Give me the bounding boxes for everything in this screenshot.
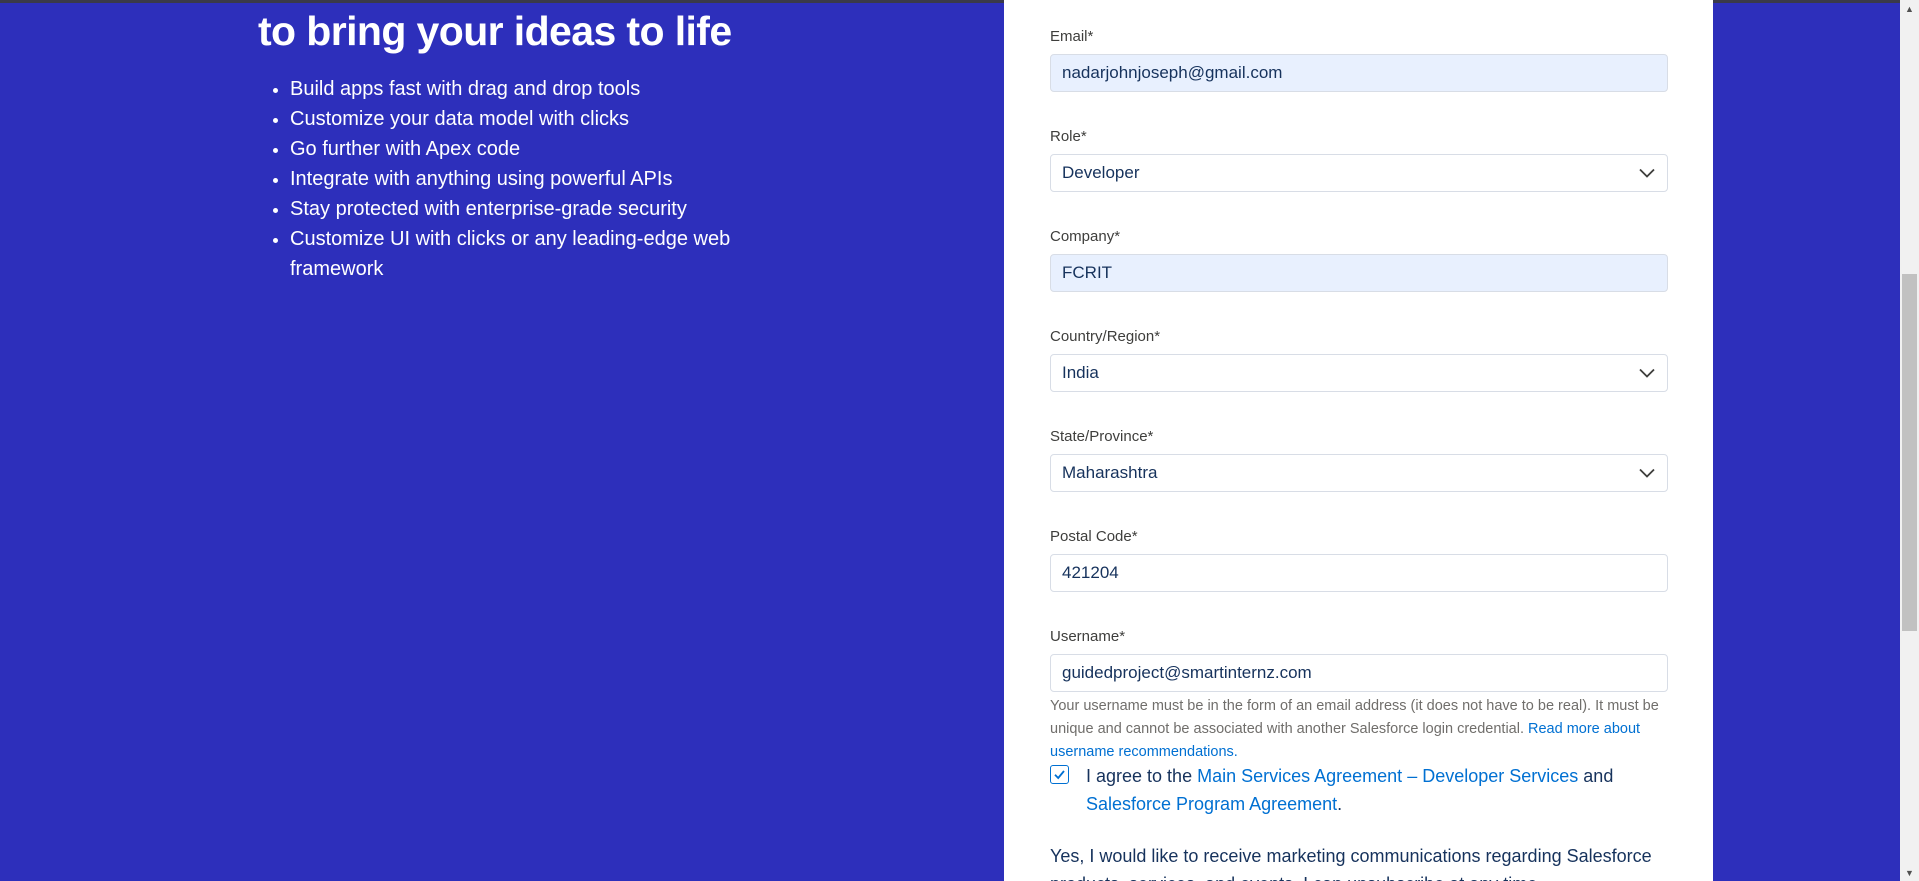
check-icon <box>1054 770 1065 780</box>
chevron-down-icon <box>1639 468 1655 478</box>
chevron-down-icon <box>1639 168 1655 178</box>
agreement-prefix: I agree to the <box>1086 766 1193 786</box>
postal-code-field[interactable]: 421204 <box>1050 554 1668 592</box>
role-select[interactable]: Developer <box>1050 154 1668 192</box>
company-field[interactable]: FCRIT <box>1050 254 1668 292</box>
country-field-group: Country/Region* India <box>1050 326 1668 392</box>
scroll-up-arrow-icon[interactable]: ▲ <box>1900 0 1919 17</box>
scroll-down-arrow-icon[interactable]: ▼ <box>1900 864 1919 881</box>
feature-item: Build apps fast with drag and drop tools <box>290 74 820 104</box>
feature-item: Customize UI with clicks or any leading-… <box>290 224 820 284</box>
state-field-group: State/Province* Maharashtra <box>1050 426 1668 492</box>
state-value: Maharashtra <box>1062 463 1158 482</box>
username-value: guidedproject@smartinternz.com <box>1062 663 1312 682</box>
chevron-down-icon <box>1639 368 1655 378</box>
username-field[interactable]: guidedproject@smartinternz.com <box>1050 654 1668 692</box>
agreement-row: I agree to the Main Services Agreement –… <box>1050 762 1668 818</box>
feature-item: Customize your data model with clicks <box>290 104 820 134</box>
scroll-thumb[interactable] <box>1902 274 1917 631</box>
hero-panel: to bring your ideas to life Build apps f… <box>0 0 1004 881</box>
agreement-suffix: . <box>1337 794 1343 814</box>
hero-title: to bring your ideas to life <box>258 8 732 54</box>
company-label: Company* <box>1050 228 1121 245</box>
state-label: State/Province* <box>1050 428 1154 445</box>
username-label: Username* <box>1050 628 1126 645</box>
username-help-text: Your username must be in the form of an … <box>1050 695 1668 764</box>
postal-label: Postal Code* <box>1050 528 1138 545</box>
feature-list: Build apps fast with drag and drop tools… <box>248 74 820 284</box>
agreement-text: I agree to the Main Services Agreement –… <box>1086 762 1668 818</box>
postal-field-group: Postal Code* 421204 <box>1050 526 1668 592</box>
email-field[interactable]: nadarjohnjoseph@gmail.com <box>1050 54 1668 92</box>
role-label: Role* <box>1050 128 1087 145</box>
main-services-agreement-link[interactable]: Main Services Agreement – Developer Serv… <box>1197 766 1578 786</box>
agreement-middle: and <box>1583 766 1614 786</box>
feature-item: Stay protected with enterprise-grade sec… <box>290 194 820 224</box>
company-field-group: Company* FCRIT <box>1050 226 1668 292</box>
country-value: India <box>1062 363 1099 382</box>
agreement-checkbox[interactable] <box>1050 765 1069 784</box>
page-scrollbar[interactable]: ▲ ▼ <box>1900 0 1919 881</box>
state-select[interactable]: Maharashtra <box>1050 454 1668 492</box>
email-label: Email* <box>1050 28 1094 45</box>
role-value: Developer <box>1062 163 1140 182</box>
marketing-consent-text: Yes, I would like to receive marketing c… <box>1050 846 1652 881</box>
postal-value: 421204 <box>1062 563 1119 582</box>
program-agreement-link[interactable]: Salesforce Program Agreement <box>1086 794 1337 814</box>
feature-item: Integrate with anything using powerful A… <box>290 164 820 194</box>
country-select[interactable]: India <box>1050 354 1668 392</box>
email-value: nadarjohnjoseph@gmail.com <box>1062 63 1283 82</box>
username-field-group: Username* guidedproject@smartinternz.com <box>1050 626 1668 692</box>
signup-form: Email* nadarjohnjoseph@gmail.com Role* D… <box>1004 0 1713 881</box>
email-field-group: Email* nadarjohnjoseph@gmail.com <box>1050 26 1668 92</box>
country-label: Country/Region* <box>1050 328 1161 345</box>
company-value: FCRIT <box>1062 263 1113 282</box>
role-field-group: Role* Developer <box>1050 126 1668 192</box>
feature-item: Go further with Apex code <box>290 134 820 164</box>
